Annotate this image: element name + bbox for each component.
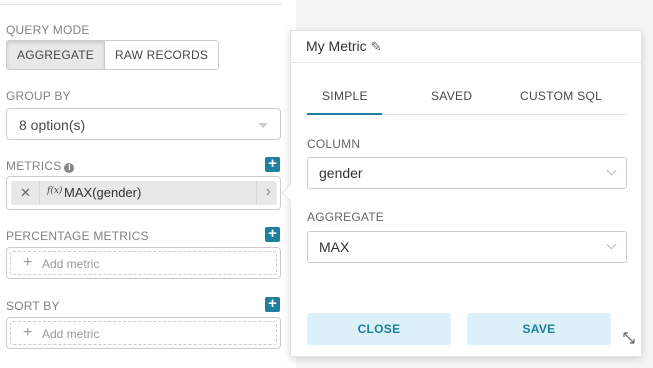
plus-icon: + [268, 155, 277, 172]
function-icon: f(x) [47, 186, 63, 196]
close-button[interactable]: CLOSE [307, 313, 451, 345]
info-icon[interactable]: i [64, 163, 75, 173]
percentage-metrics-label: PERCENTAGE METRICS [6, 229, 149, 243]
divider [0, 4, 281, 5]
caret-down-icon [258, 123, 268, 128]
sort-by-field: + Add metric [6, 317, 281, 349]
add-metric-placeholder: Add metric [42, 327, 100, 341]
tab-custom-sql[interactable]: CUSTOM SQL [520, 89, 602, 103]
sort-by-label: SORT BY [6, 299, 60, 313]
metric-chip[interactable]: ✕ f(x) MAX(gender) › [11, 181, 277, 205]
aggregate-button[interactable]: AGGREGATE [7, 41, 105, 69]
percentage-metrics-field: + Add metric [6, 247, 281, 279]
add-sort-metric-dropzone[interactable]: + Add metric [10, 321, 277, 345]
column-label: COLUMN [307, 137, 361, 151]
plus-icon: + [268, 295, 277, 312]
control-panel: QUERY MODE AGGREGATE RAW RECORDS GROUP B… [0, 0, 296, 368]
save-button[interactable]: SAVE [467, 313, 611, 345]
aggregate-label: AGGREGATE [307, 210, 384, 224]
chevron-down-icon [606, 165, 617, 176]
plus-icon: + [268, 225, 277, 242]
divider [256, 181, 257, 205]
close-icon[interactable]: ✕ [20, 185, 31, 201]
active-tab-indicator [307, 113, 382, 115]
aggregate-value: MAX [319, 239, 350, 255]
tab-simple[interactable]: SIMPLE [322, 89, 368, 103]
add-metric-placeholder: Add metric [42, 257, 100, 271]
add-percentage-metric-dropzone[interactable]: + Add metric [10, 251, 277, 275]
aggregate-select[interactable]: MAX [307, 231, 627, 263]
plus-icon: + [23, 324, 33, 341]
metric-title-text: My Metric [306, 38, 367, 54]
group-by-value: 8 option(s) [19, 117, 86, 133]
plus-icon: + [23, 254, 33, 271]
add-percentage-metric-button[interactable]: + [265, 225, 280, 242]
query-mode-label: QUERY MODE [6, 23, 90, 37]
chevron-right-icon[interactable]: › [266, 183, 271, 201]
pencil-icon[interactable]: ✎ [371, 39, 382, 55]
add-metric-button[interactable]: + [265, 155, 280, 172]
query-mode-toggle: AGGREGATE RAW RECORDS [6, 40, 220, 70]
raw-records-button[interactable]: RAW RECORDS [104, 41, 219, 69]
metrics-label-text: METRICS [6, 159, 62, 173]
metrics-label: METRICS i [6, 159, 75, 173]
metric-name: MAX(gender) [64, 185, 142, 200]
column-select[interactable]: gender [307, 157, 627, 189]
popover-header: My Metric ✎ [291, 31, 641, 63]
divider [39, 181, 40, 205]
metric-title[interactable]: My Metric ✎ [306, 38, 382, 55]
metric-popover: My Metric ✎ SIMPLE SAVED CUSTOM SQL COLUM… [281, 30, 642, 357]
tab-saved[interactable]: SAVED [431, 89, 472, 103]
column-value: gender [319, 165, 363, 181]
metric-tabs: SIMPLE SAVED CUSTOM SQL [307, 83, 628, 115]
group-by-select[interactable]: 8 option(s) [6, 108, 281, 140]
metrics-field: ✕ f(x) MAX(gender) › [6, 176, 281, 210]
add-sort-by-button[interactable]: + [265, 295, 280, 312]
resize-icon[interactable] [622, 331, 636, 345]
chevron-down-icon [606, 239, 617, 250]
group-by-label: GROUP BY [6, 89, 71, 103]
